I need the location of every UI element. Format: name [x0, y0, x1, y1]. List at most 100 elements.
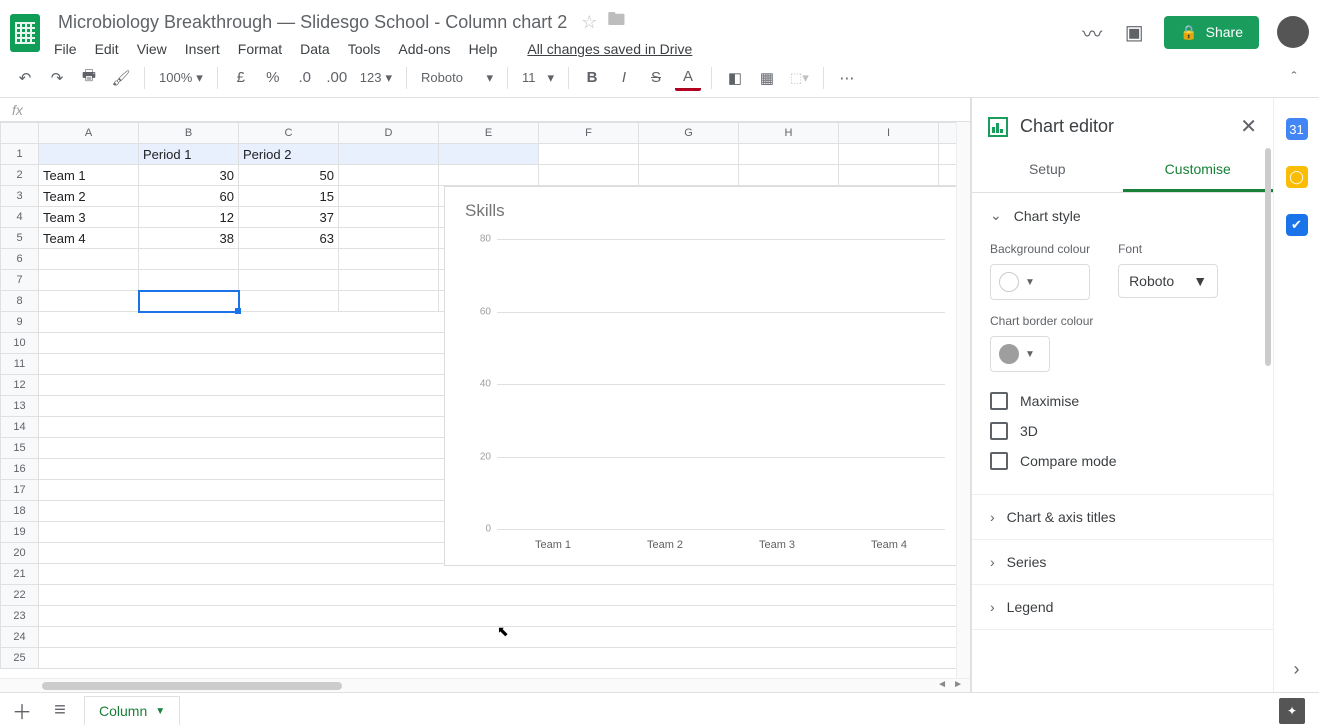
print-button[interactable]: 🖶	[76, 65, 102, 91]
cell[interactable]	[239, 249, 339, 270]
tasks-icon[interactable]: ✔	[1286, 214, 1308, 236]
cell[interactable]	[739, 165, 839, 186]
cell[interactable]	[339, 207, 439, 228]
cell[interactable]	[839, 144, 939, 165]
tab-setup[interactable]: Setup	[972, 149, 1123, 192]
embedded-chart[interactable]: Skills 020406080 Team 1Team 2Team 3Team …	[444, 186, 958, 566]
cell[interactable]	[439, 165, 539, 186]
strike-button[interactable]: S	[643, 65, 669, 91]
cell[interactable]	[239, 291, 339, 312]
cell[interactable]	[639, 144, 739, 165]
row-header[interactable]: 9	[1, 312, 39, 333]
sheet-tab-column[interactable]: Column ▼	[84, 696, 180, 725]
cell[interactable]	[39, 627, 959, 648]
cell[interactable]	[839, 165, 939, 186]
zoom-select[interactable]: 100%▾	[155, 65, 207, 91]
row-header[interactable]: 20	[1, 543, 39, 564]
cell[interactable]	[639, 165, 739, 186]
cell[interactable]: 30	[139, 165, 239, 186]
menu-help[interactable]: Help	[469, 41, 498, 57]
font-family-select[interactable]: Roboto▾	[417, 65, 497, 91]
cell[interactable]: Team 3	[39, 207, 139, 228]
section-axis-titles-toggle[interactable]: ›Chart & axis titles	[972, 495, 1273, 539]
account-avatar[interactable]	[1277, 16, 1309, 48]
cell[interactable]: 50	[239, 165, 339, 186]
row-header[interactable]: 16	[1, 459, 39, 480]
redo-button[interactable]: ↷	[44, 65, 70, 91]
sheets-logo-icon[interactable]	[10, 14, 40, 52]
row-header[interactable]: 25	[1, 648, 39, 669]
paint-format-button[interactable]: 🖌	[108, 65, 134, 91]
menu-tools[interactable]: Tools	[348, 41, 381, 57]
row-header[interactable]: 17	[1, 480, 39, 501]
row-header[interactable]: 15	[1, 438, 39, 459]
row-header[interactable]: 5	[1, 228, 39, 249]
more-tools-button[interactable]: ⋯	[834, 65, 860, 91]
row-header[interactable]: 3	[1, 186, 39, 207]
cell[interactable]: Period 2	[239, 144, 339, 165]
borders-button[interactable]: ▦	[754, 65, 780, 91]
cell[interactable]	[539, 144, 639, 165]
add-sheet-button[interactable]: ＋	[8, 696, 36, 725]
row-header[interactable]: 8	[1, 291, 39, 312]
maximise-checkbox[interactable]: Maximise	[990, 386, 1255, 416]
menu-format[interactable]: Format	[238, 41, 282, 57]
all-sheets-button[interactable]: ≡	[46, 699, 74, 722]
share-button[interactable]: 🔒 Share	[1164, 16, 1259, 49]
cell[interactable]: 15	[239, 186, 339, 207]
saved-status-link[interactable]: All changes saved in Drive	[527, 41, 692, 57]
document-title[interactable]: Microbiology Breakthrough — Slidesgo Sch…	[54, 10, 571, 35]
row-header[interactable]: 14	[1, 417, 39, 438]
row-header[interactable]: 18	[1, 501, 39, 522]
row-header[interactable]: 11	[1, 354, 39, 375]
row-header[interactable]: 7	[1, 270, 39, 291]
col-header[interactable]: I	[839, 123, 939, 144]
row-header[interactable]: 21	[1, 564, 39, 585]
col-header[interactable]: D	[339, 123, 439, 144]
collapse-toolbar-button[interactable]: ˆ	[1281, 65, 1307, 91]
percent-button[interactable]: %	[260, 65, 286, 91]
cell[interactable]: 63	[239, 228, 339, 249]
horizontal-scrollbar[interactable]: ◄ ►	[0, 678, 970, 692]
close-panel-button[interactable]: ✕	[1240, 114, 1257, 139]
row-header[interactable]: 12	[1, 375, 39, 396]
col-header[interactable]: C	[239, 123, 339, 144]
row-header[interactable]: 10	[1, 333, 39, 354]
cell[interactable]: Team 1	[39, 165, 139, 186]
decrease-decimal-button[interactable]: .0	[292, 65, 318, 91]
cell[interactable]	[339, 186, 439, 207]
row-header[interactable]: 22	[1, 585, 39, 606]
vertical-scrollbar[interactable]	[956, 122, 970, 678]
scroll-left-arrow-icon[interactable]: ◄	[934, 679, 950, 690]
cell[interactable]	[39, 291, 139, 312]
section-chart-style-toggle[interactable]: ⌄ Chart style	[972, 193, 1273, 238]
cell[interactable]	[39, 249, 139, 270]
border-colour-picker[interactable]: ▼	[990, 336, 1050, 372]
cell[interactable]	[339, 249, 439, 270]
cell[interactable]: 60	[139, 186, 239, 207]
col-header[interactable]: A	[39, 123, 139, 144]
cell[interactable]: Period 1	[139, 144, 239, 165]
bold-button[interactable]: B	[579, 65, 605, 91]
menu-addons[interactable]: Add-ons	[398, 41, 450, 57]
menu-edit[interactable]: Edit	[95, 41, 119, 57]
scroll-right-arrow-icon[interactable]: ►	[950, 679, 966, 690]
cell[interactable]	[39, 144, 139, 165]
row-header[interactable]: 4	[1, 207, 39, 228]
text-color-button[interactable]: A	[675, 65, 701, 91]
italic-button[interactable]: I	[611, 65, 637, 91]
section-series-toggle[interactable]: ›Series	[972, 540, 1273, 584]
comments-icon[interactable]: ▣	[1122, 20, 1146, 44]
tab-customise[interactable]: Customise	[1123, 149, 1274, 192]
more-formats-button[interactable]: 123▾	[356, 65, 396, 91]
three-d-checkbox[interactable]: 3D	[990, 416, 1255, 446]
cell[interactable]	[139, 249, 239, 270]
cell[interactable]	[339, 144, 439, 165]
cell[interactable]	[39, 564, 959, 585]
formula-bar[interactable]: fx	[0, 98, 970, 122]
undo-button[interactable]: ↶	[12, 65, 38, 91]
row-header[interactable]: 24	[1, 627, 39, 648]
cell[interactable]: Team 4	[39, 228, 139, 249]
cell[interactable]	[339, 165, 439, 186]
font-size-select[interactable]: 11▾	[518, 65, 558, 91]
